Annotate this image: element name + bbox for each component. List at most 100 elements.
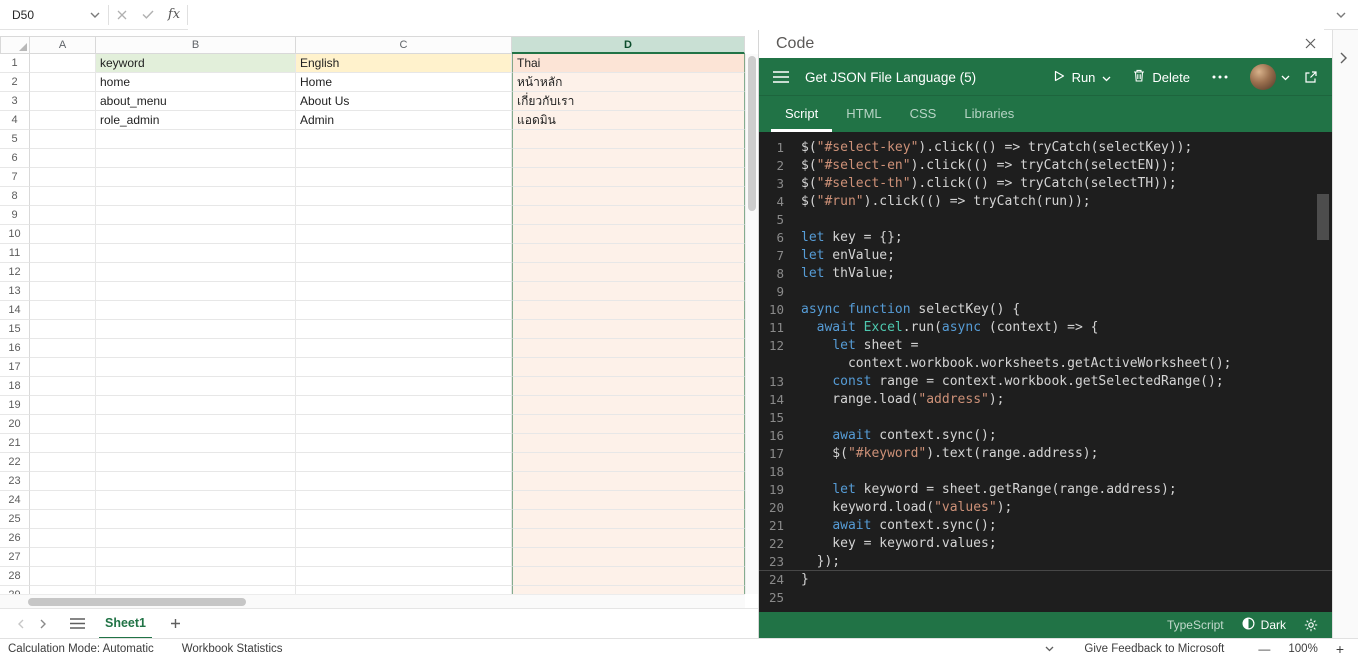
- formula-bar-expand-icon[interactable]: [1324, 12, 1358, 18]
- all-sheets-menu-icon[interactable]: [70, 618, 85, 629]
- cell-C25[interactable]: [296, 510, 512, 529]
- code-line[interactable]: 25: [759, 589, 1332, 607]
- cell-B13[interactable]: [96, 282, 296, 301]
- cell-D7[interactable]: [512, 168, 745, 187]
- tab-html[interactable]: HTML: [832, 96, 895, 132]
- column-header-C[interactable]: C: [296, 36, 512, 54]
- row-header-1[interactable]: 1: [0, 54, 30, 73]
- cell-D10[interactable]: [512, 225, 745, 244]
- code-line[interactable]: 23 });: [759, 553, 1332, 571]
- code-line[interactable]: 20 keyword.load("values");: [759, 499, 1332, 517]
- row-header-16[interactable]: 16: [0, 339, 30, 358]
- row-header-10[interactable]: 10: [0, 225, 30, 244]
- cell-B7[interactable]: [96, 168, 296, 187]
- cell-C21[interactable]: [296, 434, 512, 453]
- cell-C29[interactable]: [296, 586, 512, 594]
- code-line[interactable]: 21 await context.sync();: [759, 517, 1332, 535]
- cell-D29[interactable]: [512, 586, 745, 594]
- row-header-4[interactable]: 4: [0, 111, 30, 130]
- cell-B22[interactable]: [96, 453, 296, 472]
- row-header-24[interactable]: 24: [0, 491, 30, 510]
- cell-A27[interactable]: [30, 548, 96, 567]
- tab-script[interactable]: Script: [771, 96, 832, 132]
- cell-C1[interactable]: English: [296, 54, 512, 73]
- cell-D28[interactable]: [512, 567, 745, 586]
- cell-C6[interactable]: [296, 149, 512, 168]
- row-header-8[interactable]: 8: [0, 187, 30, 206]
- cell-D17[interactable]: [512, 358, 745, 377]
- account-menu[interactable]: [1250, 64, 1290, 90]
- cell-C5[interactable]: [296, 130, 512, 149]
- row-header-26[interactable]: 26: [0, 529, 30, 548]
- calculation-mode[interactable]: Calculation Mode: Automatic: [8, 643, 154, 655]
- cell-A7[interactable]: [30, 168, 96, 187]
- cell-A2[interactable]: [30, 73, 96, 92]
- row-header-2[interactable]: 2: [0, 73, 30, 92]
- cell-A18[interactable]: [30, 377, 96, 396]
- cell-A16[interactable]: [30, 339, 96, 358]
- cell-D15[interactable]: [512, 320, 745, 339]
- cell-C15[interactable]: [296, 320, 512, 339]
- cell-B2[interactable]: home: [96, 73, 296, 92]
- cell-C20[interactable]: [296, 415, 512, 434]
- cell-C7[interactable]: [296, 168, 512, 187]
- select-all-corner[interactable]: [0, 36, 30, 54]
- row-header-12[interactable]: 12: [0, 263, 30, 282]
- cell-B27[interactable]: [96, 548, 296, 567]
- cell-D5[interactable]: [512, 130, 745, 149]
- cancel-icon[interactable]: [109, 0, 135, 30]
- name-box[interactable]: D50: [0, 0, 108, 30]
- cell-B8[interactable]: [96, 187, 296, 206]
- cell-A22[interactable]: [30, 453, 96, 472]
- feedback-link[interactable]: Give Feedback to Microsoft: [1084, 643, 1224, 655]
- cell-B21[interactable]: [96, 434, 296, 453]
- prev-sheet-icon[interactable]: [10, 619, 32, 629]
- row-header-3[interactable]: 3: [0, 92, 30, 111]
- row-header-29[interactable]: 29: [0, 586, 30, 594]
- cell-B4[interactable]: role_admin: [96, 111, 296, 130]
- cell-B16[interactable]: [96, 339, 296, 358]
- cell-A24[interactable]: [30, 491, 96, 510]
- cell-C12[interactable]: [296, 263, 512, 282]
- cell-A25[interactable]: [30, 510, 96, 529]
- expand-pane-chevron-icon[interactable]: [1340, 52, 1347, 64]
- cell-D3[interactable]: เกี่ยวกับเรา: [512, 92, 745, 111]
- row-header-22[interactable]: 22: [0, 453, 30, 472]
- close-icon[interactable]: [1305, 38, 1316, 49]
- cell-B20[interactable]: [96, 415, 296, 434]
- vertical-scroll-thumb[interactable]: [748, 56, 756, 211]
- code-line[interactable]: 2 $("#select-en").click(() => tryCatch(se…: [759, 157, 1332, 175]
- code-line[interactable]: 4 $("#run").click(() => tryCatch(run));: [759, 193, 1332, 211]
- cell-A9[interactable]: [30, 206, 96, 225]
- cell-C26[interactable]: [296, 529, 512, 548]
- horizontal-scrollbar[interactable]: [0, 594, 745, 608]
- cell-C27[interactable]: [296, 548, 512, 567]
- editor-scrollbar-thumb[interactable]: [1317, 194, 1329, 240]
- theme-toggle[interactable]: Dark: [1242, 617, 1286, 633]
- row-header-5[interactable]: 5: [0, 130, 30, 149]
- cell-D11[interactable]: [512, 244, 745, 263]
- row-header-18[interactable]: 18: [0, 377, 30, 396]
- cell-B6[interactable]: [96, 149, 296, 168]
- column-header-A[interactable]: A: [30, 36, 96, 54]
- row-header-11[interactable]: 11: [0, 244, 30, 263]
- feedback-chevron-icon[interactable]: [1045, 646, 1054, 652]
- cell-B15[interactable]: [96, 320, 296, 339]
- cell-D26[interactable]: [512, 529, 745, 548]
- share-icon[interactable]: [1304, 70, 1318, 84]
- cell-A8[interactable]: [30, 187, 96, 206]
- next-sheet-icon[interactable]: [32, 619, 54, 629]
- cell-A5[interactable]: [30, 130, 96, 149]
- code-line[interactable]: 7 let enValue;: [759, 247, 1332, 265]
- code-line[interactable]: 5: [759, 211, 1332, 229]
- cell-D19[interactable]: [512, 396, 745, 415]
- cell-C3[interactable]: About Us: [296, 92, 512, 111]
- row-header-23[interactable]: 23: [0, 472, 30, 491]
- cell-B25[interactable]: [96, 510, 296, 529]
- column-header-D[interactable]: D: [512, 36, 745, 54]
- cell-D27[interactable]: [512, 548, 745, 567]
- cell-C22[interactable]: [296, 453, 512, 472]
- cell-B9[interactable]: [96, 206, 296, 225]
- cell-D16[interactable]: [512, 339, 745, 358]
- code-line[interactable]: 16 await context.sync();: [759, 427, 1332, 445]
